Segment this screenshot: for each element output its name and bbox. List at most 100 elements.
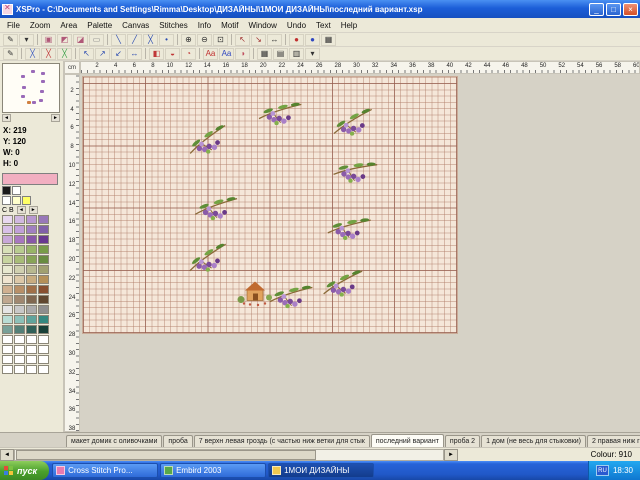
- palette-swatch[interactable]: [14, 295, 25, 304]
- menu-item-undo[interactable]: Undo: [282, 21, 311, 30]
- palette-circle-button[interactable]: ◑: [235, 48, 250, 60]
- palette-swatch[interactable]: [2, 315, 13, 324]
- text-red-button[interactable]: Aa: [203, 48, 218, 60]
- palette-swatch[interactable]: [26, 315, 37, 324]
- pattern-tab-5[interactable]: 1 дом (не весь для стыковки): [481, 435, 586, 447]
- pattern-tab-2[interactable]: 7 верхн левая гроздь (с частью ниж ветки…: [194, 435, 370, 447]
- taskbar-task-button[interactable]: Embird 2003: [160, 463, 266, 478]
- stitch-color-button[interactable]: ╳: [41, 48, 56, 60]
- palette-swatch[interactable]: [14, 315, 25, 324]
- preview-scroll-right-icon[interactable]: ►: [51, 114, 60, 122]
- selected-colour-swatch[interactable]: [2, 173, 58, 185]
- palette-swatch[interactable]: [2, 325, 13, 334]
- rotate-button[interactable]: ◔: [181, 48, 196, 60]
- mirror-vertical-button[interactable]: ◒: [165, 48, 180, 60]
- menu-item-text[interactable]: Text: [311, 21, 336, 30]
- preview-scroll-left-icon[interactable]: ◄: [2, 114, 11, 122]
- minimize-button[interactable]: _: [589, 3, 604, 16]
- backstitch-down-button[interactable]: ╲: [111, 34, 126, 46]
- palette-quick-swatch[interactable]: [22, 196, 31, 205]
- palette-swatch[interactable]: [26, 355, 37, 364]
- color-dot-red-button[interactable]: ●: [289, 34, 304, 46]
- palette-swatch[interactable]: [14, 255, 25, 264]
- quarter-stitch-button[interactable]: ◪: [73, 34, 88, 46]
- title-bar[interactable]: XSPro - C:\Documents and Settings\Rimma\…: [0, 0, 640, 18]
- menu-item-canvas[interactable]: Canvas: [117, 21, 154, 30]
- palette-swatch[interactable]: [14, 345, 25, 354]
- taskbar-task-button[interactable]: 1МОИ ДИЗАЙНЫ: [268, 463, 374, 478]
- palette-swatch[interactable]: [38, 245, 49, 254]
- arrow-up-right-button[interactable]: ↗: [95, 48, 110, 60]
- menu-item-motif[interactable]: Motif: [216, 21, 243, 30]
- palette-swatch[interactable]: [38, 315, 49, 324]
- pencil-small-button[interactable]: ✎: [3, 48, 18, 60]
- color-dot-blue-button[interactable]: ●: [305, 34, 320, 46]
- french-knot-button[interactable]: •: [159, 34, 174, 46]
- pattern-tab-1[interactable]: проба: [163, 435, 192, 447]
- full-stitch-button[interactable]: ▣: [41, 34, 56, 46]
- menu-item-zoom[interactable]: Zoom: [25, 21, 55, 30]
- palette-swatch[interactable]: [38, 345, 49, 354]
- palette-swatch[interactable]: [14, 355, 25, 364]
- horizontal-scrollbar[interactable]: [14, 449, 444, 461]
- grid-pencil-button[interactable]: ▦: [321, 34, 336, 46]
- menu-item-palette[interactable]: Palette: [82, 21, 117, 30]
- palette-swatch[interactable]: [14, 365, 25, 374]
- scroll-right-icon[interactable]: ►: [444, 449, 458, 461]
- palette-swatch[interactable]: [38, 335, 49, 344]
- close-button[interactable]: ×: [623, 3, 638, 16]
- scrollbar-thumb[interactable]: [16, 450, 316, 460]
- palette-swatch[interactable]: [26, 275, 37, 284]
- pattern-tab-3[interactable]: последний вариант: [371, 434, 444, 447]
- motif-library-button[interactable]: ▥: [289, 48, 304, 60]
- palette-swatch[interactable]: [26, 285, 37, 294]
- palette-swatch[interactable]: [2, 255, 13, 264]
- palette-swatch[interactable]: [14, 215, 25, 224]
- palette-swatch[interactable]: [26, 215, 37, 224]
- palette-swatch[interactable]: [26, 245, 37, 254]
- start-button[interactable]: пуск: [0, 461, 49, 480]
- maximize-button[interactable]: □: [606, 3, 621, 16]
- eraser-button[interactable]: ▭: [89, 34, 104, 46]
- menu-item-area[interactable]: Area: [55, 21, 82, 30]
- scroll-left-icon[interactable]: ◄: [0, 449, 14, 461]
- palette-swatch[interactable]: [2, 295, 13, 304]
- palette-swatch[interactable]: [26, 265, 37, 274]
- palette-swatch[interactable]: [2, 365, 13, 374]
- palette-swatch[interactable]: [14, 325, 25, 334]
- palette-swatch[interactable]: [26, 295, 37, 304]
- palette-swatch[interactable]: [26, 305, 37, 314]
- pattern-tab-0[interactable]: макет домик с оливочками: [66, 435, 162, 447]
- palette-swatch[interactable]: [38, 285, 49, 294]
- palette-swatch[interactable]: [38, 325, 49, 334]
- palette-swatch[interactable]: [2, 265, 13, 274]
- palette-scroll-right-icon[interactable]: ►: [29, 206, 38, 214]
- pencil-dropdown-button[interactable]: ▾: [19, 34, 34, 46]
- palette-swatch[interactable]: [26, 335, 37, 344]
- menu-item-file[interactable]: File: [2, 21, 25, 30]
- zoom-out-button[interactable]: ⊖: [197, 34, 212, 46]
- palette-swatch[interactable]: [2, 235, 13, 244]
- palette-swatch[interactable]: [2, 225, 13, 234]
- palette-swatch[interactable]: [38, 305, 49, 314]
- stitch-grid-fabric[interactable]: [82, 76, 458, 334]
- palette-swatch[interactable]: [2, 245, 13, 254]
- palette-swatch[interactable]: [38, 255, 49, 264]
- move-arrow-button[interactable]: ↘: [251, 34, 266, 46]
- menu-item-stitches[interactable]: Stitches: [154, 21, 192, 30]
- palette-swatch[interactable]: [38, 265, 49, 274]
- palette-swatch[interactable]: [14, 285, 25, 294]
- arrow-swap-button[interactable]: ↔: [127, 48, 142, 60]
- language-indicator[interactable]: RU: [596, 465, 609, 476]
- zoom-in-button[interactable]: ⊕: [181, 34, 196, 46]
- palette-swatch[interactable]: [2, 285, 13, 294]
- text-blue-button[interactable]: Aa: [219, 48, 234, 60]
- palette-swatch[interactable]: [26, 365, 37, 374]
- menu-item-window[interactable]: Window: [243, 21, 281, 30]
- zoom-area-button[interactable]: ⊡: [213, 34, 228, 46]
- pan-button[interactable]: ↔: [267, 34, 282, 46]
- half-stitch-button[interactable]: ◩: [57, 34, 72, 46]
- palette-swatch[interactable]: [26, 345, 37, 354]
- palette-swatch[interactable]: [2, 335, 13, 344]
- palette-scroll-left-icon[interactable]: ◄: [17, 206, 26, 214]
